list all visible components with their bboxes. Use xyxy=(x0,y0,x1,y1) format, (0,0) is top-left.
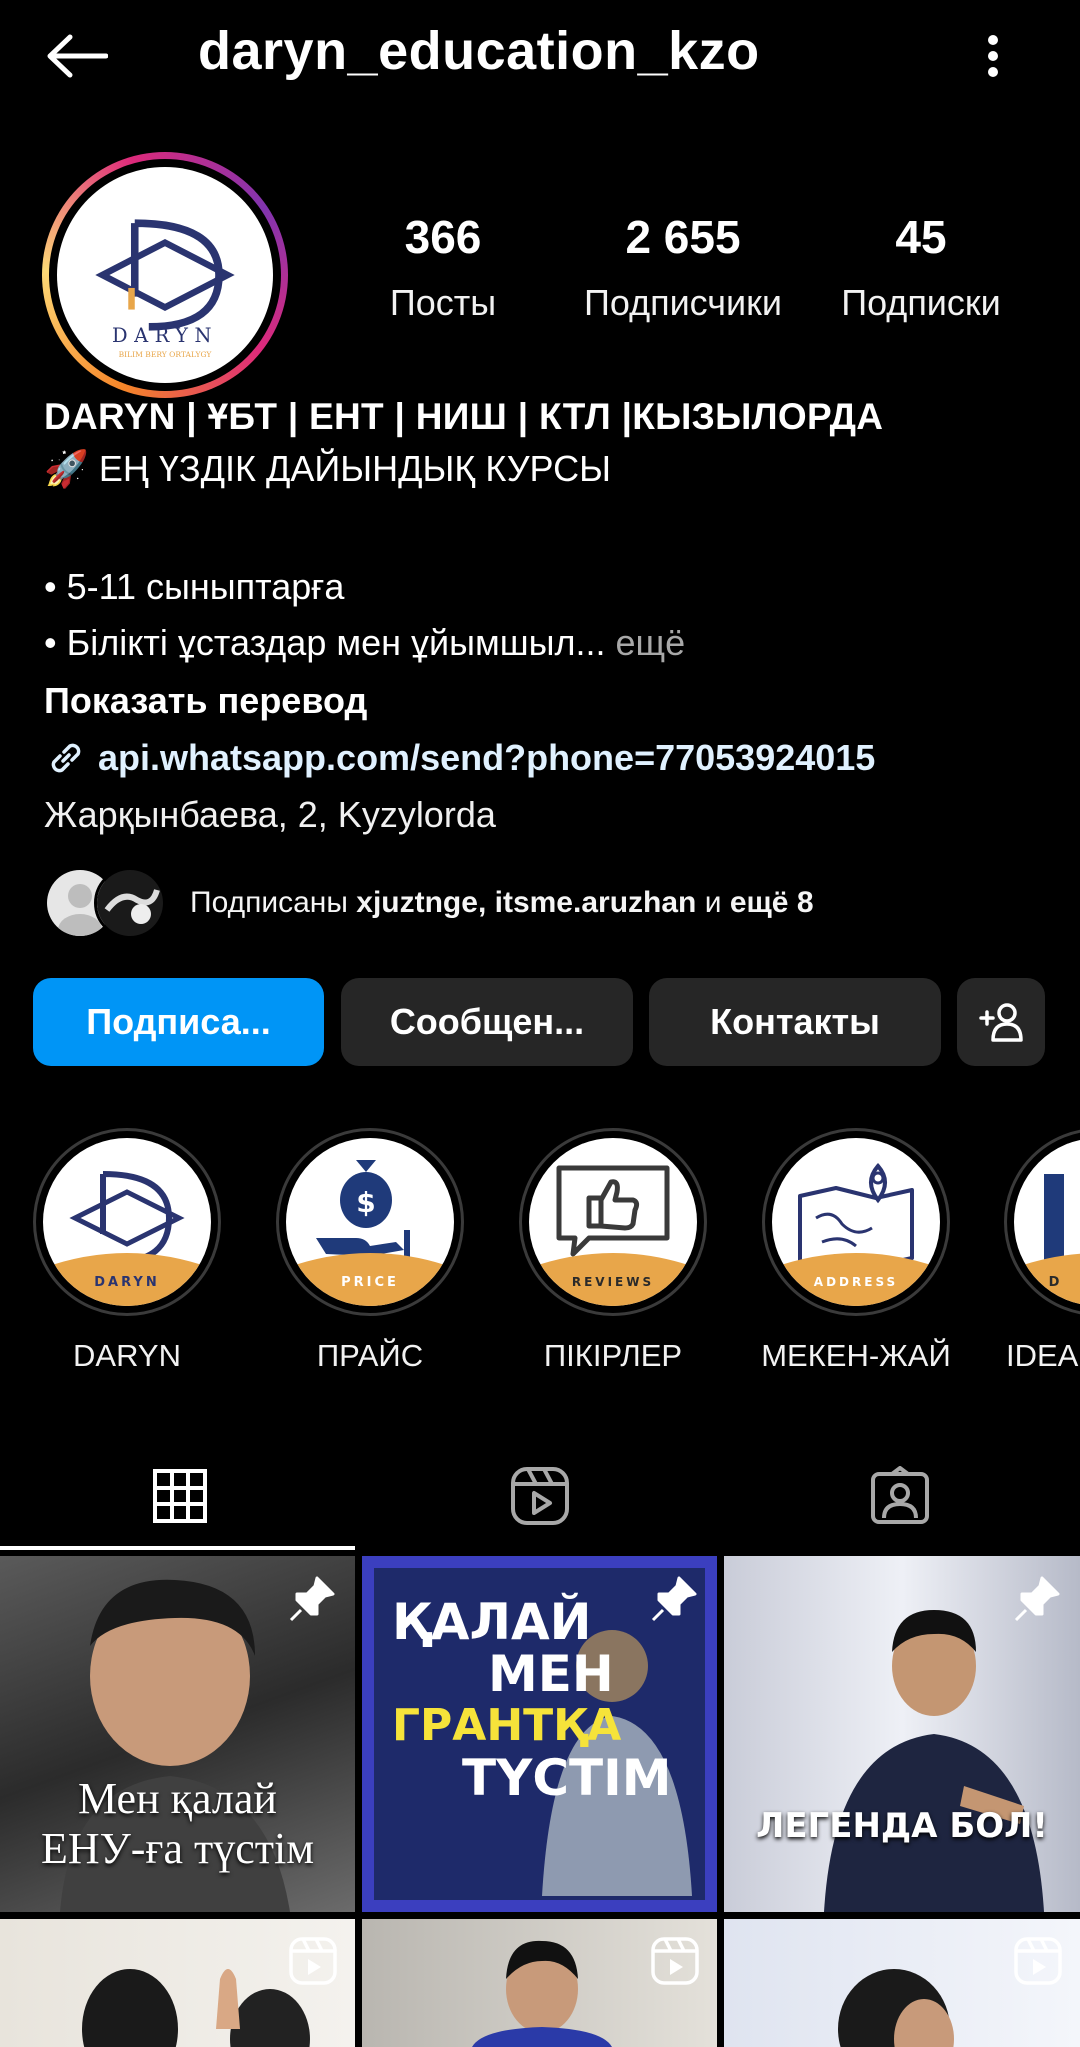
highlight-reviews-cover: REVIEWS xyxy=(529,1138,697,1306)
stat-followers[interactable]: 2 655 Подписчики xyxy=(570,210,796,324)
followed-by-row[interactable]: Подписаны xjuztnge, itsme.aruzhan и ещё … xyxy=(44,866,814,940)
post-1-caption-line2: ЕНУ-ға түстім xyxy=(40,1824,315,1873)
bio-line-3-text: • Білікті ұстаздар мен ұйымшыл... xyxy=(44,622,606,663)
highlight-reviews-badge: REVIEWS xyxy=(572,1275,654,1289)
pin-icon xyxy=(289,1576,335,1622)
stat-posts[interactable]: 366 Посты xyxy=(380,210,506,324)
pin-icon xyxy=(1014,1576,1060,1622)
posts-label: Посты xyxy=(389,282,497,323)
highlight-address[interactable]: ADDRESS МЕКЕН-ЖАЙ xyxy=(761,1128,951,1374)
add-person-icon xyxy=(979,1003,1023,1042)
reels-icon xyxy=(511,1467,569,1525)
bio-more-link[interactable]: ещё xyxy=(616,622,686,663)
profile-link[interactable]: api.whatsapp.com/send?phone=77053924015 xyxy=(44,736,1054,780)
tab-reels[interactable] xyxy=(360,1438,720,1554)
followed-by-conj: и xyxy=(704,886,722,919)
tab-active-indicator xyxy=(0,1546,355,1550)
more-vertical-icon xyxy=(988,35,998,77)
back-arrow-icon xyxy=(47,34,108,78)
post-2-line3: ГРАНТҚА xyxy=(392,1700,622,1751)
profile-username: daryn_education_kzo xyxy=(198,21,760,81)
followers-label: Подписчики xyxy=(583,282,783,323)
follower-avatar-2 xyxy=(94,867,166,939)
highlight-address-badge: ADDRESS xyxy=(814,1275,898,1289)
tagged-icon xyxy=(871,1466,929,1524)
post-thumbnail-2[interactable]: ҚАЛАЙ МЕН ГРАНТҚА ТҮСТІМ xyxy=(362,1556,717,1912)
followed-by-more: ещё 8 xyxy=(729,886,814,919)
following-count: 45 xyxy=(895,211,947,263)
profile-tabs xyxy=(0,1438,1080,1554)
post-2-title: ҚАЛАЙ МЕН ГРАНТҚА ТҮСТІМ xyxy=(392,1596,671,1804)
top-bar: daryn_education_kzo xyxy=(0,0,1080,110)
more-options-button[interactable] xyxy=(968,28,1018,84)
highlight-ideal-cover: D xyxy=(1014,1138,1080,1306)
followed-by-prefix: Подписаны xyxy=(190,886,348,919)
highlight-price[interactable]: $ PRICE ПРАЙС xyxy=(275,1128,465,1374)
post-3-caption: ЛЕГЕНДА БОЛ! xyxy=(756,1806,1048,1846)
highlight-address-cover: ADDRESS xyxy=(772,1138,940,1306)
contacts-button[interactable]: Контакты xyxy=(649,978,941,1066)
follow-button[interactable]: Подписа... xyxy=(33,978,324,1066)
suggested-people-button[interactable] xyxy=(957,978,1045,1066)
highlight-daryn[interactable]: DARYN DARYN xyxy=(32,1128,222,1374)
highlight-price-cover: $ PRICE xyxy=(286,1138,454,1306)
reel-icon xyxy=(651,1937,699,1985)
highlight-ideal[interactable]: D IDEAL xyxy=(1004,1128,1080,1374)
dollar-sign-icon: $ xyxy=(356,1186,375,1219)
highlight-daryn-label: DARYN xyxy=(73,1338,181,1373)
tab-posts-grid[interactable] xyxy=(0,1438,360,1554)
highlight-price-label: ПРАЙС xyxy=(316,1338,424,1373)
profile-avatar[interactable]: DARYN BILIM BERY ORTALYGY xyxy=(42,152,288,398)
bio-line-1: 🚀 ЕҢ ҮЗДІК ДАЙЫНДЫҚ КУРСЫ xyxy=(44,448,612,489)
post-thumbnail-6[interactable] xyxy=(724,1919,1080,2047)
post-thumbnail-1[interactable]: Мен қалай ЕНУ-ға түстім xyxy=(0,1556,355,1912)
followers-count: 2 655 xyxy=(625,211,741,263)
highlight-reviews[interactable]: REVIEWS ПІКІРЛЕР xyxy=(518,1128,708,1374)
profile-display-name: DARYN | ҰБТ | ЕНТ | НИШ | КТЛ |КЫЗЫЛОРДА xyxy=(44,396,884,437)
post-2-line4: ТҮСТІМ xyxy=(462,1749,672,1807)
post-2-line1: ҚАЛАЙ xyxy=(392,1593,592,1651)
post-thumbnail-4[interactable] xyxy=(0,1919,355,2047)
link-icon xyxy=(51,743,81,773)
bio-line-3: • Білікті ұстаздар мен ұйымшыл... ещё xyxy=(44,622,1054,664)
highlight-ideal-label: IDEAL xyxy=(1006,1338,1080,1373)
show-translation-link[interactable]: Показать перевод xyxy=(44,680,1054,722)
post-thumbnail-5[interactable] xyxy=(362,1919,717,2047)
reel-icon xyxy=(289,1937,337,1985)
daryn-logo: DARYN BILIM BERY ORTALYGY xyxy=(57,167,273,383)
message-button[interactable]: Сообщен... xyxy=(341,978,633,1066)
bio-line-2: • 5-11 сыныптарға xyxy=(44,566,345,607)
followed-by-user-2: itsme.aruzhan xyxy=(494,886,697,919)
avatar-logo-text: DARYN xyxy=(112,324,218,347)
back-button[interactable] xyxy=(40,26,114,86)
profile-address[interactable]: Жарқынбаева, 2, Kyzylorda xyxy=(44,794,1054,836)
highlight-daryn-badge: DARYN xyxy=(94,1275,159,1290)
profile-link-text: api.whatsapp.com/send?phone=77053924015 xyxy=(98,737,876,778)
post-2-line2: МЕН xyxy=(488,1645,614,1703)
following-label: Подписки xyxy=(841,282,1001,323)
highlight-reviews-label: ПІКІРЛЕР xyxy=(543,1338,683,1373)
avatar-logo-subtext: BILIM BERY ORTALYGY xyxy=(119,350,213,359)
highlight-ideal-badge: D xyxy=(1049,1275,1060,1290)
followed-by-user-1: xjuztnge xyxy=(356,886,478,919)
highlight-price-badge: PRICE xyxy=(341,1275,399,1290)
posts-count: 366 xyxy=(404,211,482,263)
highlight-address-label: МЕКЕН-ЖАЙ xyxy=(761,1338,951,1373)
highlight-daryn-cover: DARYN xyxy=(43,1138,211,1306)
reel-icon xyxy=(1014,1937,1062,1985)
tab-tagged[interactable] xyxy=(720,1438,1080,1554)
post-1-caption: Мен қалай ЕНУ-ға түстім xyxy=(0,1774,355,1874)
post-1-caption-line1: Мен қалай xyxy=(78,1774,277,1823)
grid-icon xyxy=(153,1469,207,1523)
followed-by-text: Подписаны xjuztnge, itsme.aruzhan и ещё … xyxy=(190,886,814,919)
post-thumbnail-3[interactable]: ЛЕГЕНДА БОЛ! xyxy=(724,1556,1080,1912)
stat-following[interactable]: 45 Подписки xyxy=(830,210,1012,324)
